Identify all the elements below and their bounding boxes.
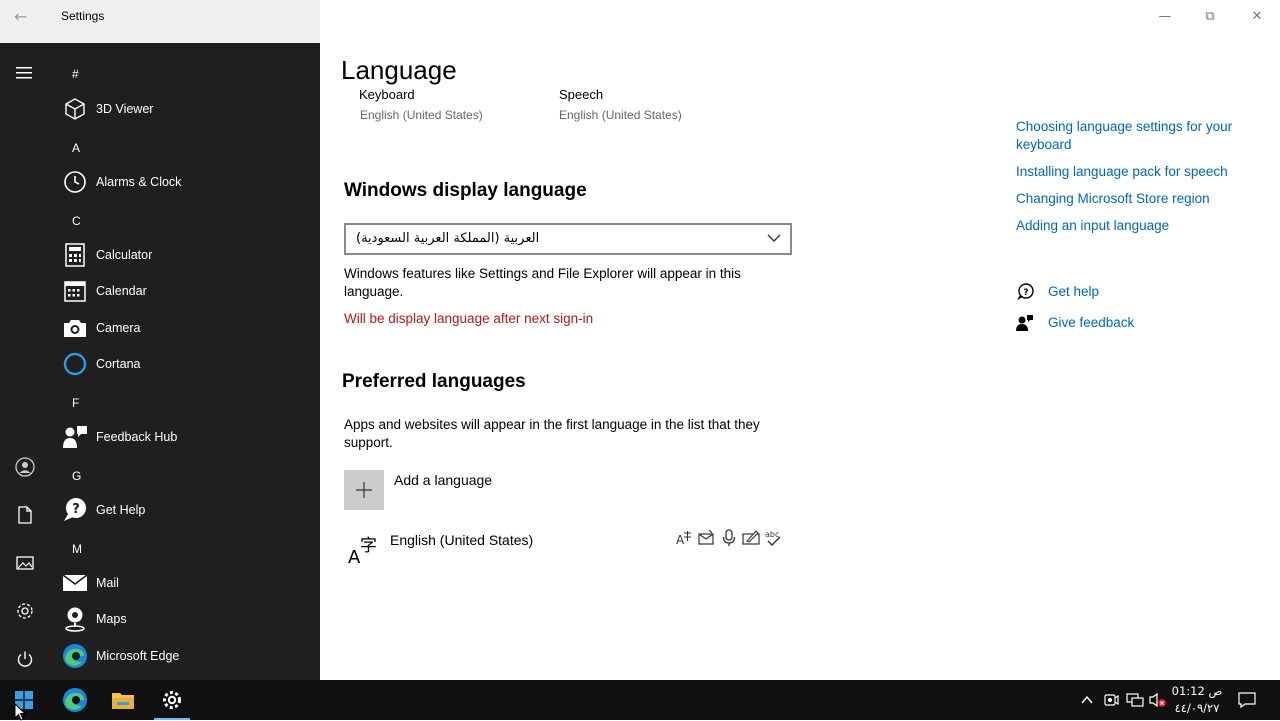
hamburger-icon[interactable] (13, 61, 37, 85)
group-letter[interactable]: # (72, 67, 79, 81)
app-get-help[interactable]: ? Get Help (62, 493, 312, 527)
help-icon: ? (62, 497, 88, 523)
language-glyph-icon: A 字 (348, 536, 377, 565)
tile-speech-value: English (United States) (559, 108, 682, 122)
app-calculator[interactable]: Calculator (62, 238, 312, 272)
app-list: # 3D Viewer A Alarms & Clock C Calculato… (50, 43, 320, 680)
pictures-icon[interactable] (13, 551, 37, 575)
group-letter[interactable]: A (72, 141, 80, 155)
back-arrow-icon[interactable]: ← (14, 8, 36, 26)
calculator-icon (62, 242, 88, 268)
taskbar-edge[interactable] (51, 680, 99, 720)
language-pack-icon: A (676, 531, 691, 547)
give-feedback-link[interactable]: Give feedback (1016, 314, 1256, 336)
link-speech-pack[interactable]: Installing language pack for speech (1016, 163, 1256, 181)
app-alarms-clock[interactable]: Alarms & Clock (62, 165, 312, 199)
add-language-label: Add a language (394, 472, 493, 488)
taskbar-clock[interactable]: 01:12 ص ٤٤/٠٩/٢٧ (1166, 683, 1228, 717)
feedback-icon (62, 424, 88, 450)
preferred-languages-title: Preferred languages (342, 371, 526, 392)
gear-icon[interactable] (13, 599, 37, 623)
get-help-link[interactable]: ? Get help (1016, 283, 1256, 305)
cube-icon (62, 96, 88, 122)
svg-text:?: ? (72, 502, 80, 517)
add-language-button[interactable]: Add a language (344, 470, 794, 510)
display-language-description: Windows features like Settings and File … (344, 266, 741, 299)
network-icon[interactable] (1126, 691, 1144, 709)
clock-time: 01:12 ص (1171, 684, 1223, 698)
language-row-english[interactable]: A 字 English (United States) A abc (344, 525, 794, 569)
group-letter[interactable]: G (72, 469, 81, 483)
svg-text:?: ? (1023, 288, 1028, 298)
app-microsoft-edge[interactable]: Microsoft Edge (62, 639, 312, 673)
app-cortana[interactable]: Cortana (62, 347, 312, 381)
taskbar-settings[interactable] (148, 680, 196, 720)
svg-text:字: 字 (360, 536, 377, 556)
power-icon[interactable] (13, 647, 37, 671)
start-rail (0, 43, 50, 680)
app-maps[interactable]: Maps (62, 602, 312, 636)
chevron-down-icon (767, 234, 781, 242)
mail-icon (62, 570, 88, 596)
window-title: Settings (61, 9, 105, 23)
edge-icon (63, 688, 87, 712)
mouse-cursor-icon (14, 703, 27, 721)
display-language-value: العربية (المملكة العربية السعودية) (356, 231, 540, 246)
link-store-region[interactable]: Changing Microsoft Store region (1016, 190, 1256, 208)
cortana-icon (62, 351, 88, 377)
app-feedback-hub[interactable]: Feedback Hub (62, 420, 312, 454)
settings-icon (163, 691, 181, 709)
start-menu: ← Settings # 3D Viewer A Alarms & Clock … (0, 0, 320, 680)
meet-now-icon[interactable] (1102, 691, 1120, 709)
settings-window: — ⧉ ✕ Language Keyboard Speech English (… (320, 0, 1280, 680)
document-icon[interactable] (13, 503, 37, 527)
group-letter[interactable]: M (72, 542, 82, 556)
tile-speech-label[interactable]: Speech (559, 88, 603, 102)
display-language-select[interactable]: العربية (المملكة العربية السعودية) (344, 223, 792, 255)
link-input-language[interactable]: Adding an input language (1016, 217, 1256, 235)
close-icon[interactable]: ✕ (1245, 8, 1269, 26)
start-header: ← Settings (0, 0, 320, 43)
feedback-person-icon (1016, 315, 1033, 331)
related-header-fragment (1016, 82, 1256, 94)
clock-date: ٤٤/٠٩/٢٧ (1174, 701, 1220, 715)
language-name: English (United States) (390, 532, 534, 548)
app-3d-viewer[interactable]: 3D Viewer (62, 92, 312, 126)
taskbar-file-explorer[interactable] (99, 680, 147, 720)
tile-keyboard-value: English (United States) (360, 108, 483, 122)
page-title: Language (341, 55, 457, 85)
app-mail[interactable]: Mail (62, 566, 312, 600)
volume-muted-icon[interactable] (1149, 691, 1167, 709)
preferred-languages-description: Apps and websites will appear in the fir… (344, 417, 760, 450)
maps-icon (62, 606, 88, 632)
calendar-icon (62, 278, 88, 304)
text-to-speech-icon (698, 529, 714, 545)
restore-icon[interactable]: ⧉ (1198, 8, 1222, 26)
group-letter[interactable]: C (72, 214, 81, 228)
minimize-icon[interactable]: — (1153, 8, 1177, 26)
taskbar: 01:12 ص ٤٤/٠٩/٢٧ (0, 680, 1280, 720)
tile-keyboard-label[interactable]: Keyboard (359, 88, 415, 102)
camera-icon (62, 315, 88, 341)
edge-icon (62, 643, 88, 669)
help-chat-icon: ? (1017, 283, 1034, 300)
svg-text:A: A (676, 533, 685, 547)
display-language-notice: Will be display language after next sign… (344, 311, 594, 326)
notifications-icon[interactable] (1238, 691, 1256, 709)
plus-icon (344, 470, 384, 510)
spell-check-icon: abc (765, 530, 781, 546)
user-icon[interactable] (13, 455, 37, 479)
group-letter[interactable]: F (72, 396, 79, 410)
file-explorer-icon (112, 693, 134, 709)
handwriting-icon (742, 530, 760, 545)
clock-icon (62, 169, 88, 195)
link-keyboard-settings[interactable]: Choosing language settings for your keyb… (1016, 118, 1256, 154)
app-camera[interactable]: Camera (62, 311, 312, 345)
tray-overflow-chevron-icon[interactable] (1078, 691, 1096, 709)
speech-recognition-icon (722, 529, 736, 546)
app-calendar[interactable]: Calendar (62, 274, 312, 308)
svg-text:abc: abc (765, 530, 779, 539)
display-language-title: Windows display language (344, 180, 587, 201)
